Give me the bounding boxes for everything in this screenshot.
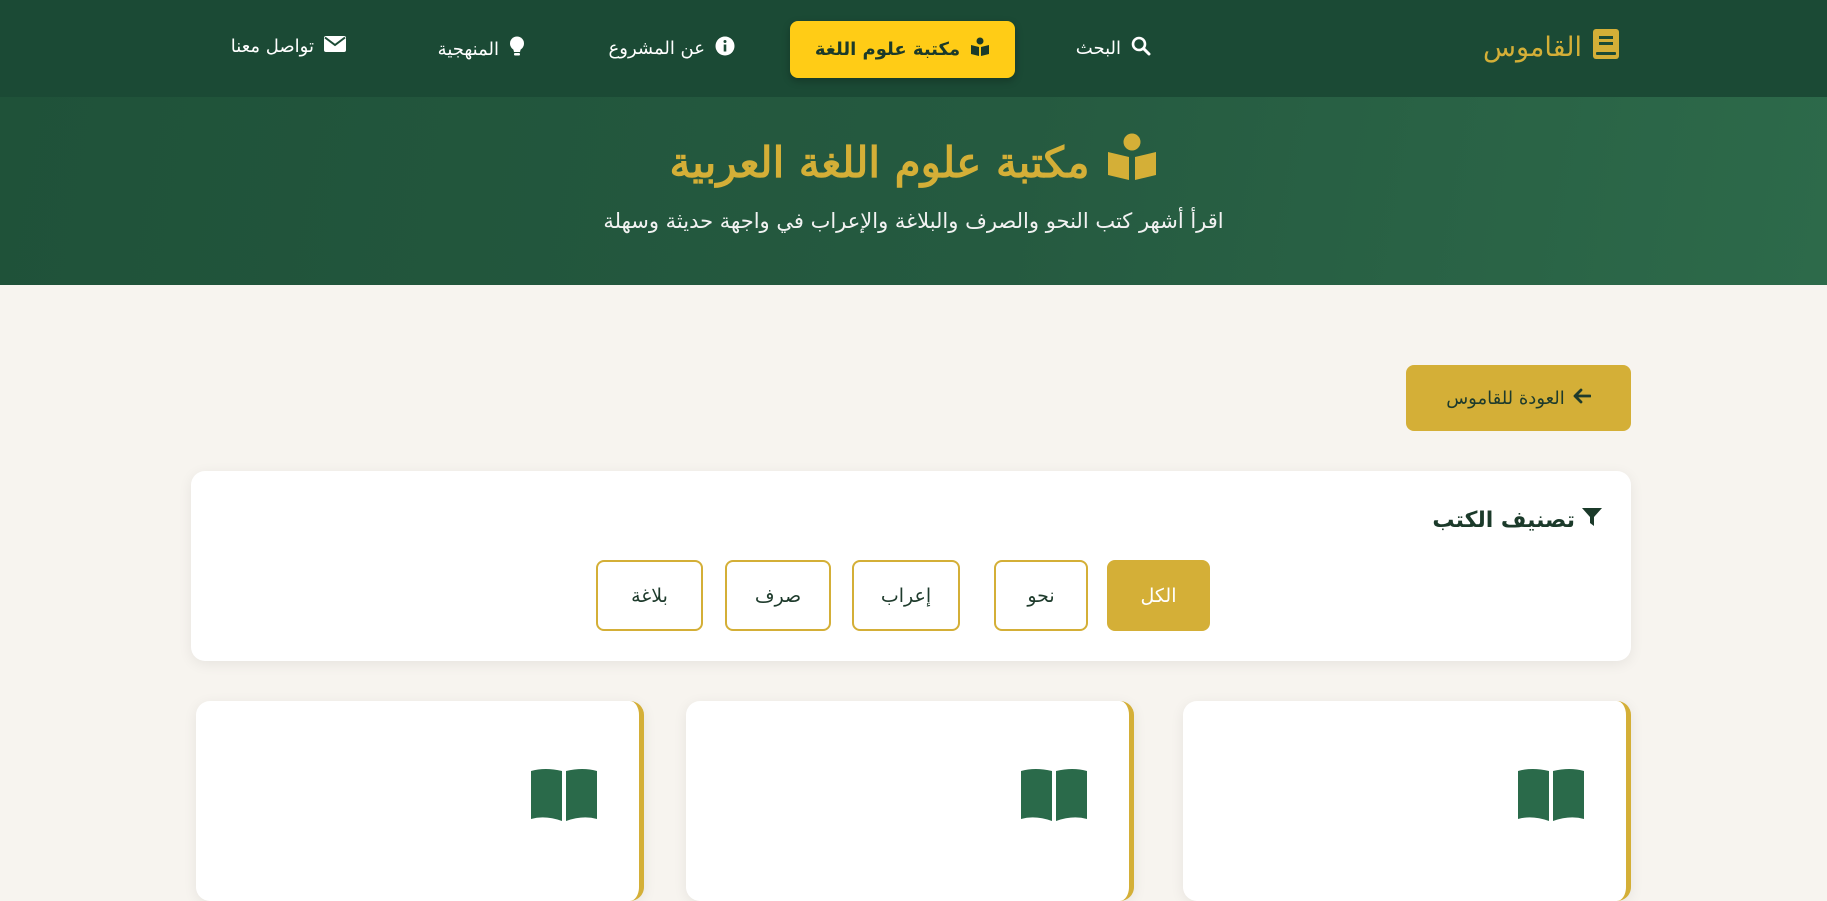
nav-about[interactable]: عن المشروع — [609, 36, 735, 61]
filter-title-label: تصنيف الكتب — [1432, 507, 1575, 533]
book-reader-icon — [1106, 133, 1158, 191]
nav-contact-label: تواصل معنا — [230, 36, 314, 57]
open-book-icon — [529, 767, 599, 825]
filter-chip-irab[interactable]: إعراب — [852, 560, 960, 631]
book-card[interactable] — [686, 701, 1134, 901]
book-filter-card: تصنيف الكتب الكل نحو إعراب صرف بلاغة — [191, 471, 1631, 661]
filter-title: تصنيف الكتب — [1432, 507, 1603, 533]
filter-icon — [1581, 507, 1603, 533]
back-to-dictionary-button[interactable]: العودة للقاموس — [1406, 365, 1631, 431]
back-arrow-icon — [1573, 388, 1592, 409]
filter-chip-nahw[interactable]: نحو — [994, 560, 1088, 631]
nav-about-label: عن المشروع — [608, 38, 705, 59]
top-navbar: القاموس البحث مكتبة علوم اللغة عن المشرو… — [0, 0, 1827, 97]
page-title: مكتبة علوم اللغة العربية — [669, 137, 1090, 187]
nav-methodology[interactable]: المنهجية — [438, 36, 525, 63]
filter-chip-balagha[interactable]: بلاغة — [596, 560, 703, 631]
nav-library[interactable]: مكتبة علوم اللغة — [790, 21, 1015, 78]
nav-search-label: البحث — [1075, 38, 1121, 59]
back-button-label: العودة للقاموس — [1446, 387, 1565, 409]
nav-contact[interactable]: تواصل معنا — [231, 36, 346, 57]
page-subtitle: اقرأ أشهر كتب النحو والصرف والبلاغة والإ… — [603, 209, 1224, 233]
filter-chip-sarf[interactable]: صرف — [725, 560, 831, 631]
dictionary-book-icon — [1592, 28, 1620, 67]
book-card[interactable] — [196, 701, 644, 901]
lightbulb-icon — [509, 36, 525, 63]
envelope-icon — [324, 36, 346, 57]
hero-title-row: مكتبة علوم اللغة العربية — [0, 133, 1827, 191]
search-icon — [1131, 36, 1151, 61]
book-card[interactable] — [1183, 701, 1631, 901]
filter-chip-all[interactable]: الكل — [1107, 560, 1210, 631]
brand-label: القاموس — [1483, 32, 1582, 63]
nav-search[interactable]: البحث — [1076, 36, 1151, 61]
info-icon — [715, 36, 735, 61]
brand-link[interactable]: القاموس — [1483, 28, 1620, 67]
nav-methodology-label: المنهجية — [437, 39, 499, 60]
open-book-icon — [1019, 767, 1089, 825]
nav-library-label: مكتبة علوم اللغة — [814, 39, 961, 60]
open-book-icon — [1516, 767, 1586, 825]
book-reader-icon — [970, 37, 990, 62]
hero-banner: مكتبة علوم اللغة العربية اقرأ أشهر كتب ا… — [0, 97, 1827, 285]
